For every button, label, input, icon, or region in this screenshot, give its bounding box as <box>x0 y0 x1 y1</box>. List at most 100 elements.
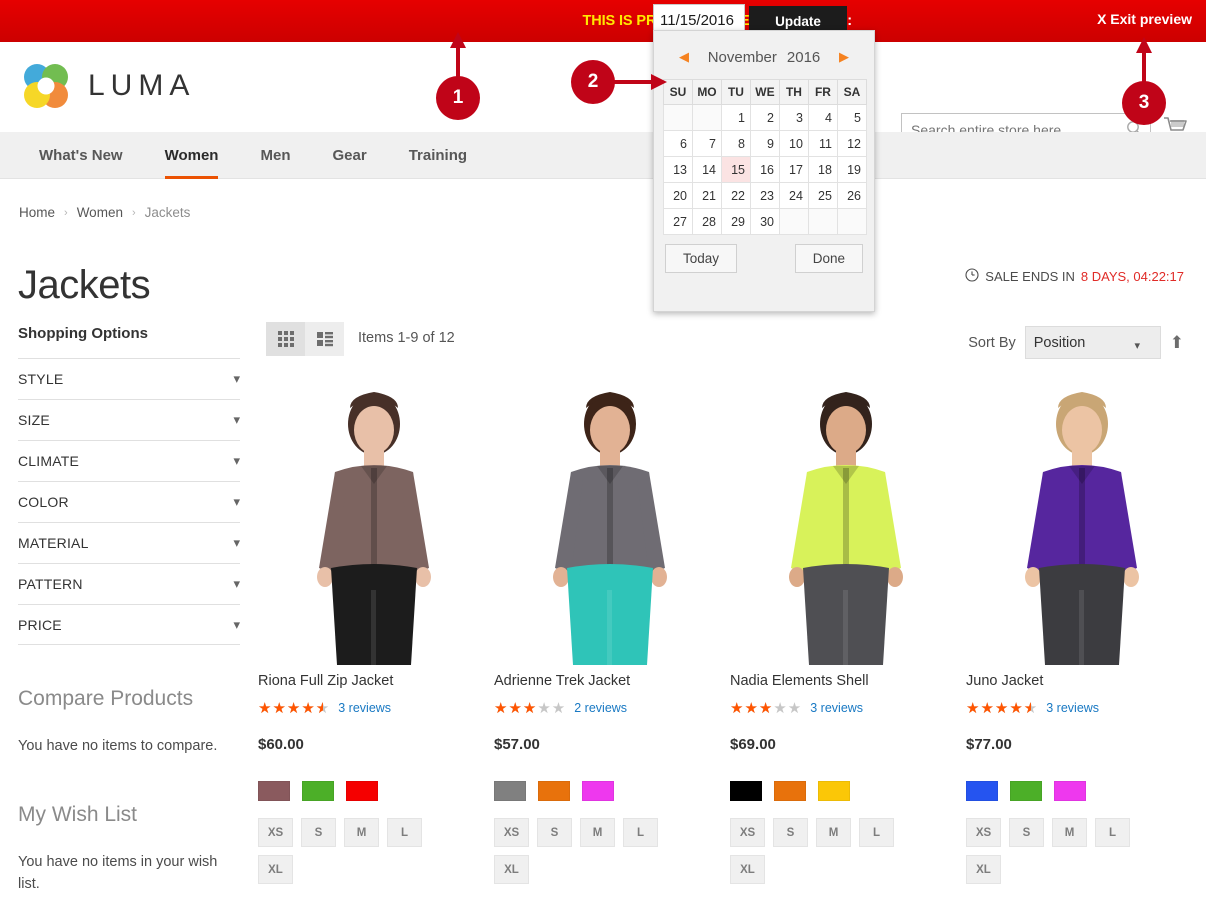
product-image[interactable] <box>983 380 1181 665</box>
size-option[interactable]: XL <box>966 855 1001 884</box>
filter-size[interactable]: SIZE ▾ <box>18 399 240 440</box>
calendar-day-cell[interactable]: 1 <box>720 104 751 131</box>
product-image[interactable] <box>511 380 709 665</box>
color-swatch[interactable] <box>538 781 570 801</box>
arrow-up-icon[interactable]: ⬆ <box>1170 333 1184 353</box>
size-option[interactable]: S <box>537 818 572 847</box>
color-swatch[interactable] <box>302 781 334 801</box>
calendar-today-button[interactable]: Today <box>665 244 738 273</box>
star-rating-icon[interactable]: ★★★★★★★★★★ <box>966 699 1038 717</box>
calendar-day-cell[interactable]: 24 <box>778 182 809 209</box>
calendar-day-cell[interactable]: 2 <box>749 104 780 131</box>
review-count-link[interactable]: 3 reviews <box>810 701 863 715</box>
size-option[interactable]: S <box>773 818 808 847</box>
calendar-day-cell[interactable]: 16 <box>749 156 780 183</box>
size-option[interactable]: XS <box>966 818 1001 847</box>
grid-view-icon[interactable] <box>266 322 305 356</box>
breadcrumb-item-home[interactable]: Home <box>19 205 55 220</box>
color-swatch[interactable] <box>1010 781 1042 801</box>
calendar-day-cell[interactable]: 12 <box>836 130 868 157</box>
product-name[interactable]: Riona Full Zip Jacket <box>258 673 490 689</box>
star-rating-icon[interactable]: ★★★★★★★★★★ <box>730 699 802 717</box>
size-option[interactable]: L <box>859 818 894 847</box>
calendar-day-cell[interactable]: 20 <box>663 182 693 209</box>
filter-style[interactable]: STYLE ▾ <box>18 358 240 399</box>
filter-price[interactable]: PRICE ▾ <box>18 604 240 645</box>
size-option[interactable]: XL <box>258 855 293 884</box>
calendar-day-cell[interactable]: 19 <box>836 156 868 183</box>
calendar-day-cell[interactable]: 17 <box>778 156 809 183</box>
size-option[interactable]: L <box>623 818 658 847</box>
calendar-day-cell[interactable]: 8 <box>720 130 751 157</box>
list-view-icon[interactable] <box>305 322 344 356</box>
calendar-day-cell[interactable]: 9 <box>749 130 780 157</box>
size-option[interactable]: M <box>580 818 615 847</box>
color-swatch[interactable] <box>494 781 526 801</box>
date-picker-popup[interactable]: ◀ November 2016 ▶ SU MO TU WE TH FR SA 1… <box>653 30 875 312</box>
calendar-day-cell[interactable]: 6 <box>663 130 693 157</box>
product-name[interactable]: Nadia Elements Shell <box>730 673 962 689</box>
size-option[interactable]: XL <box>730 855 765 884</box>
calendar-day-cell[interactable]: 3 <box>778 104 809 131</box>
color-swatch[interactable] <box>582 781 614 801</box>
color-swatch[interactable] <box>346 781 378 801</box>
size-option[interactable]: S <box>1009 818 1044 847</box>
calendar-day-cell[interactable]: 26 <box>836 182 868 209</box>
size-option[interactable]: M <box>344 818 379 847</box>
product-image[interactable] <box>747 380 945 665</box>
calendar-day-cell[interactable]: 4 <box>807 104 838 131</box>
size-option[interactable]: XS <box>258 818 293 847</box>
color-swatch[interactable] <box>1054 781 1086 801</box>
calendar-day-cell[interactable]: 5 <box>836 104 868 131</box>
filter-color[interactable]: COLOR ▾ <box>18 481 240 522</box>
product-image[interactable] <box>275 380 473 665</box>
filter-climate[interactable]: CLIMATE ▾ <box>18 440 240 481</box>
sort-by-select[interactable]: Position <box>1024 326 1161 359</box>
calendar-day-cell[interactable]: 13 <box>663 156 693 183</box>
calendar-day-cell[interactable]: 28 <box>691 208 722 235</box>
calendar-day-cell[interactable]: 7 <box>691 130 722 157</box>
calendar-done-button[interactable]: Done <box>794 244 863 273</box>
color-swatch[interactable] <box>730 781 762 801</box>
calendar-day-cell[interactable]: 10 <box>778 130 809 157</box>
review-count-link[interactable]: 3 reviews <box>338 701 391 715</box>
size-option[interactable]: L <box>387 818 422 847</box>
triangle-right-icon[interactable]: ▶ <box>839 49 849 65</box>
color-swatch[interactable] <box>774 781 806 801</box>
nav-item-gear[interactable]: Gear <box>311 132 387 179</box>
exit-preview-link[interactable]: X Exit preview <box>1097 11 1192 27</box>
logo[interactable]: LUMA <box>18 58 195 114</box>
color-swatch[interactable] <box>258 781 290 801</box>
triangle-left-icon[interactable]: ◀ <box>679 49 689 65</box>
nav-item-men[interactable]: Men <box>239 132 311 179</box>
calendar-day-cell[interactable]: 30 <box>749 208 780 235</box>
size-option[interactable]: L <box>1095 818 1130 847</box>
size-option[interactable]: XL <box>494 855 529 884</box>
star-rating-icon[interactable]: ★★★★★★★★★★ <box>258 699 330 717</box>
size-option[interactable]: XS <box>730 818 765 847</box>
calendar-day-cell[interactable]: 29 <box>720 208 751 235</box>
filter-pattern[interactable]: PATTERN ▾ <box>18 563 240 604</box>
product-name[interactable]: Juno Jacket <box>966 673 1198 689</box>
nav-item-training[interactable]: Training <box>388 132 488 179</box>
review-count-link[interactable]: 3 reviews <box>1046 701 1099 715</box>
size-option[interactable]: M <box>816 818 851 847</box>
size-option[interactable]: M <box>1052 818 1087 847</box>
calendar-day-cell[interactable]: 27 <box>663 208 693 235</box>
color-swatch[interactable] <box>818 781 850 801</box>
size-option[interactable]: S <box>301 818 336 847</box>
calendar-day-cell[interactable]: 15 <box>720 156 751 183</box>
calendar-day-cell[interactable]: 21 <box>691 182 722 209</box>
calendar-day-cell[interactable]: 25 <box>807 182 838 209</box>
calendar-day-cell[interactable]: 14 <box>691 156 722 183</box>
nav-item-women[interactable]: Women <box>144 132 240 179</box>
product-name[interactable]: Adrienne Trek Jacket <box>494 673 726 689</box>
calendar-day-cell[interactable]: 22 <box>720 182 751 209</box>
calendar-day-cell[interactable]: 23 <box>749 182 780 209</box>
color-swatch[interactable] <box>966 781 998 801</box>
nav-item-what-s-new[interactable]: What's New <box>18 132 144 179</box>
star-rating-icon[interactable]: ★★★★★★★★★★ <box>494 699 566 717</box>
size-option[interactable]: XS <box>494 818 529 847</box>
calendar-day-cell[interactable]: 18 <box>807 156 838 183</box>
filter-material[interactable]: MATERIAL ▾ <box>18 522 240 563</box>
